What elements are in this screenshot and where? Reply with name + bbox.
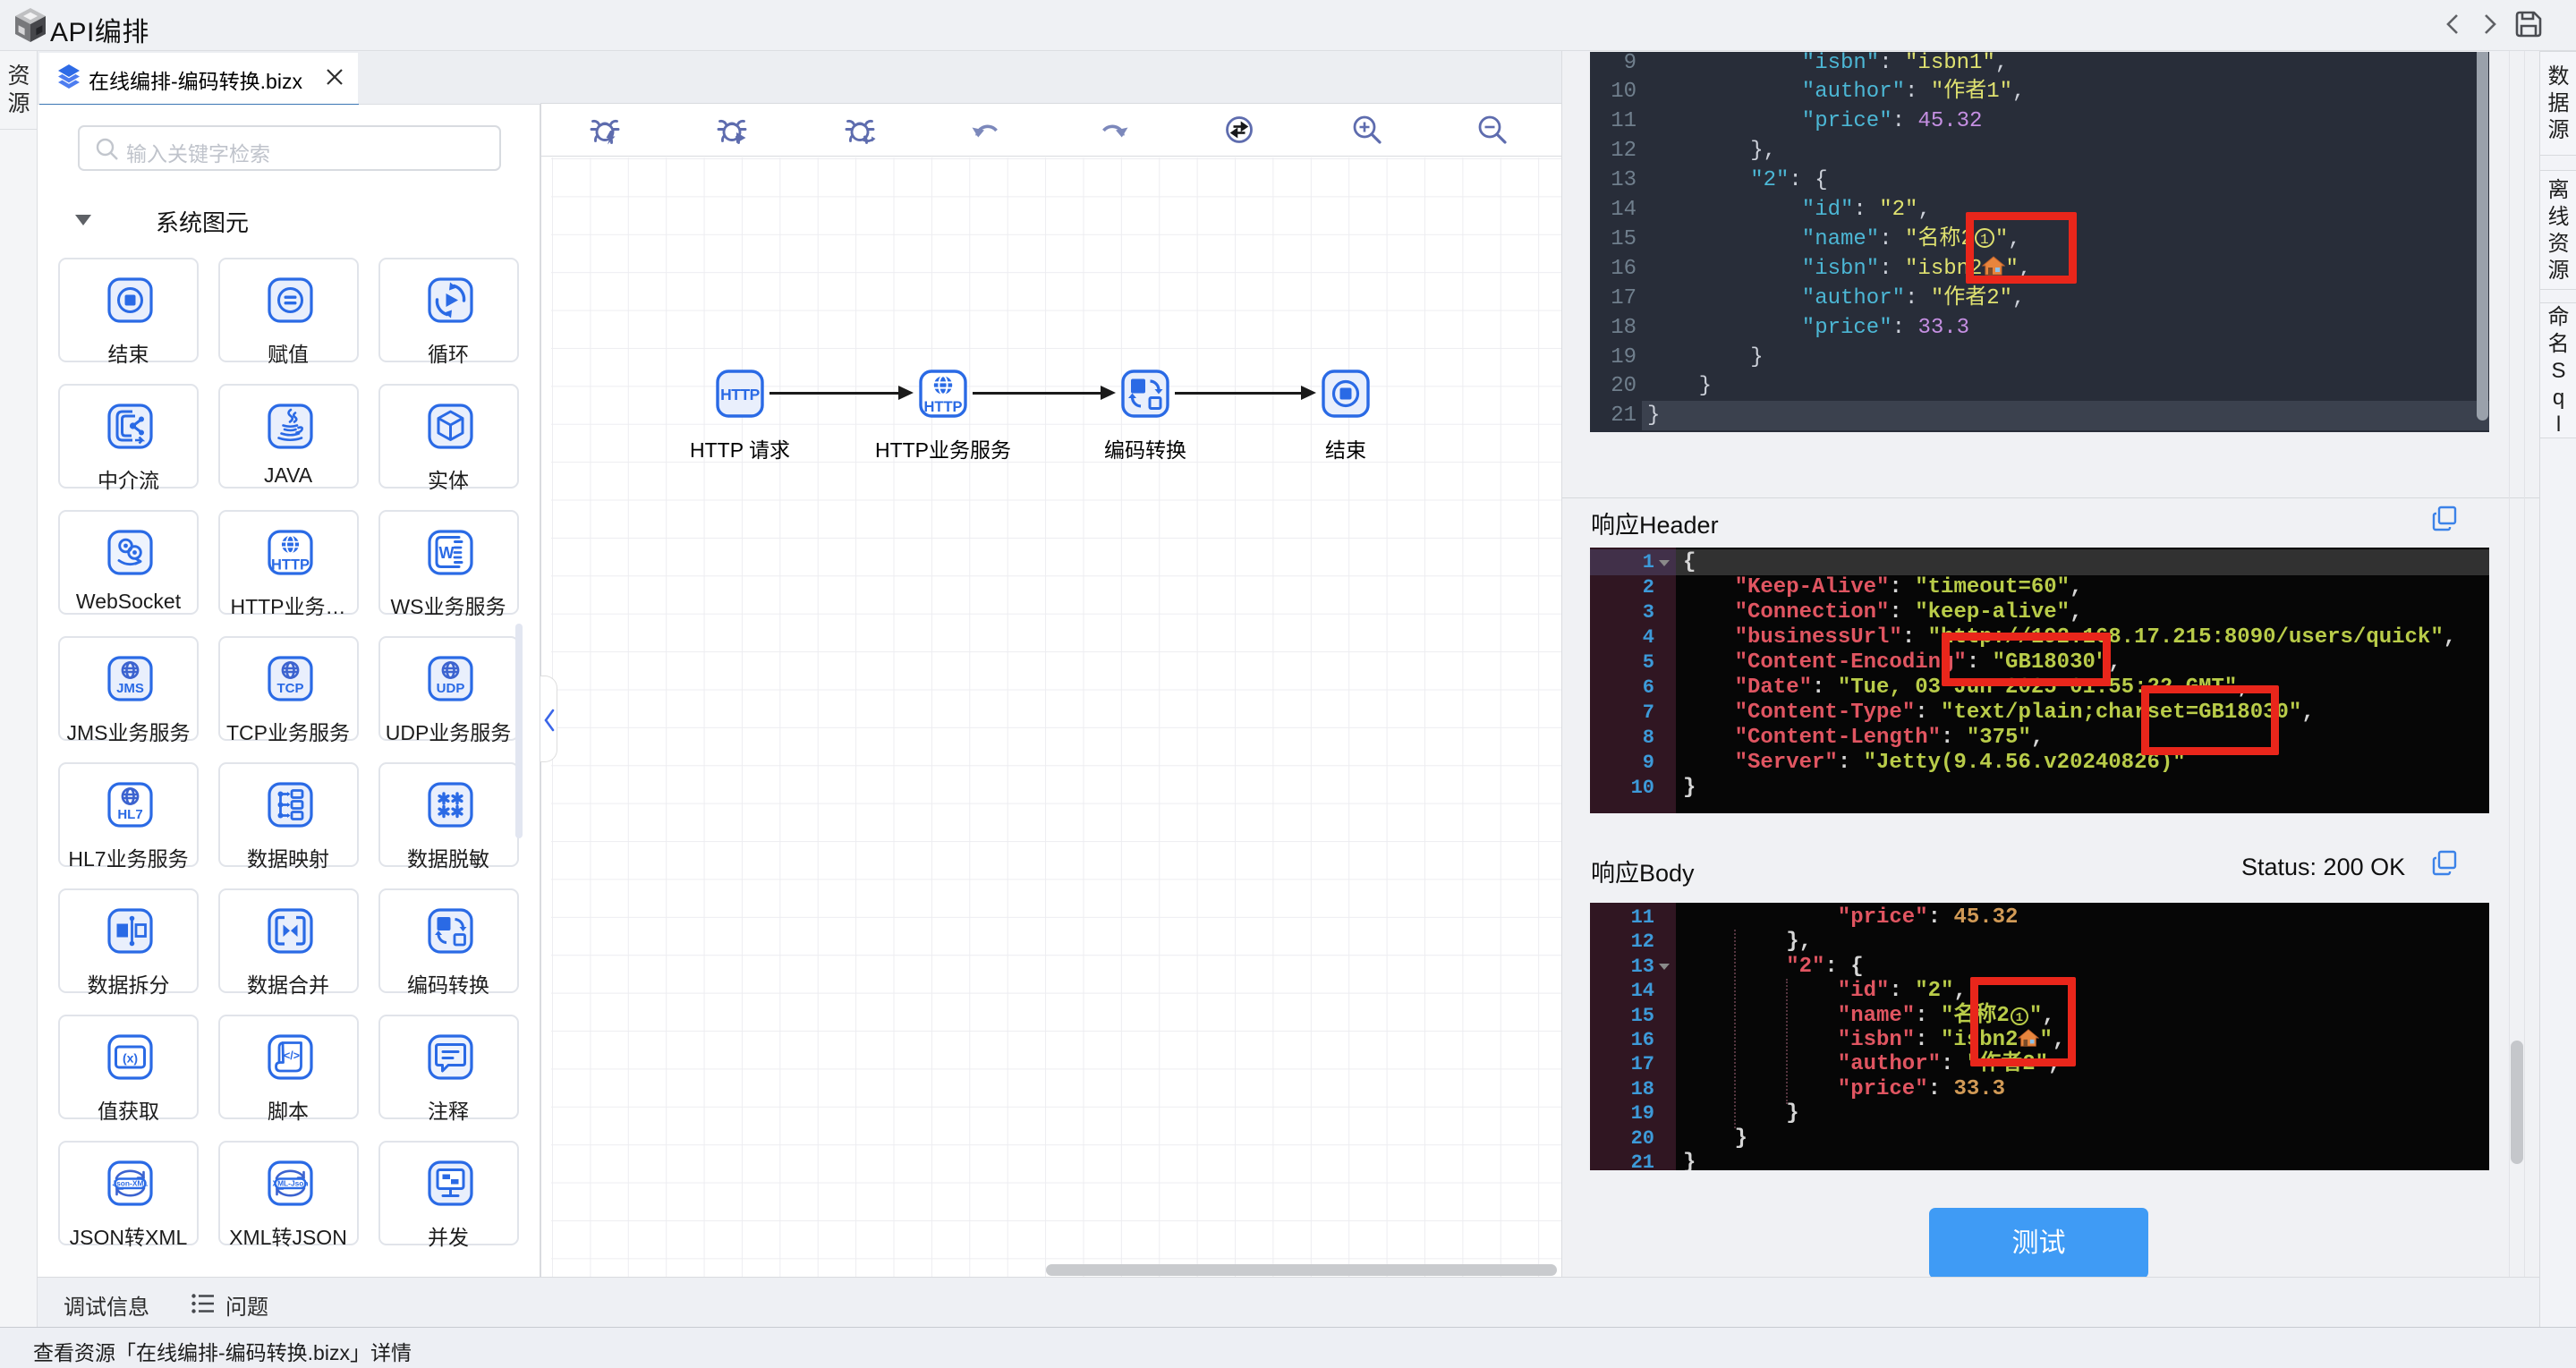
- svg-text:(x): (x): [123, 1051, 138, 1066]
- svg-text:HTTP: HTTP: [270, 557, 309, 574]
- svg-text:HTTP: HTTP: [720, 386, 761, 404]
- svg-text:UDP: UDP: [436, 681, 464, 696]
- svg-text:HTTP: HTTP: [923, 399, 962, 415]
- svg-text:XML-Json: XML-Json: [272, 1179, 308, 1188]
- svg-text:JMS: JMS: [116, 681, 144, 696]
- svg-text:W: W: [438, 544, 454, 562]
- svg-text:TCP: TCP: [276, 681, 303, 696]
- svg-text:HL7: HL7: [117, 807, 142, 822]
- svg-text:Json-XML: Json-XML: [112, 1179, 148, 1188]
- svg-text:</>: </>: [283, 1049, 299, 1062]
